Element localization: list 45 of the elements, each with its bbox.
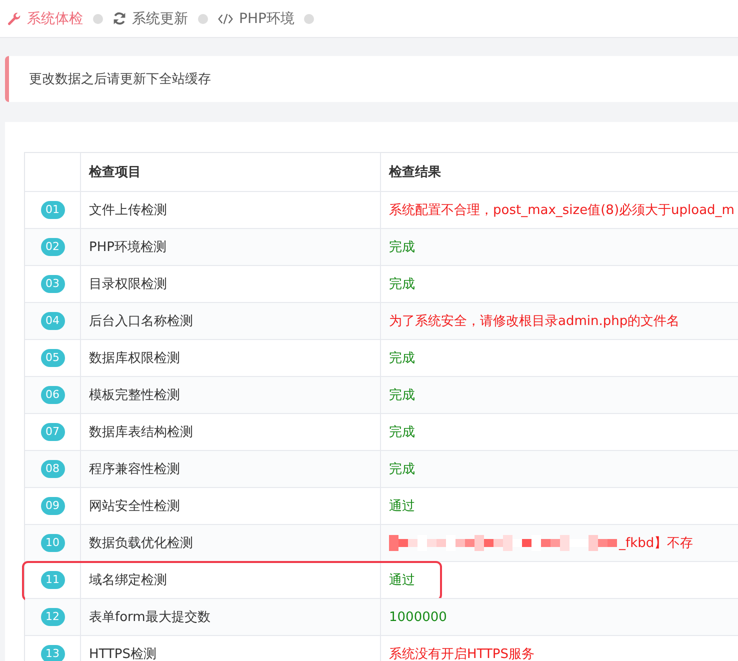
tab[interactable]: PHP环境 (218, 10, 294, 28)
table-cell: 数据负载优化检测 (80, 525, 380, 561)
number-badge: 02 (40, 238, 64, 256)
number-badge: 06 (40, 386, 64, 404)
result-text: 为了系统安全，请修改根目录admin.php的文件名 (389, 313, 680, 330)
number-badge: 05 (40, 349, 64, 367)
number-badge: 09 (40, 497, 64, 515)
result-text: 完成 (389, 387, 415, 404)
result-text: 完成 (389, 276, 415, 293)
number-badge: 11 (40, 571, 64, 589)
column-header: 检查项目 (80, 153, 380, 191)
result-text: 完成 (389, 239, 415, 256)
tab[interactable]: 系统更新 (113, 10, 188, 28)
number-badge: 10 (40, 534, 64, 552)
separator-dot (304, 14, 314, 24)
number-badge: 08 (40, 460, 64, 478)
result-text: 完成 (389, 424, 415, 441)
result-text: 完成 (389, 350, 415, 367)
separator-dot (93, 14, 103, 24)
notice-text: 更改数据之后请更新下全站缓存 (5, 56, 738, 102)
number-badge: 04 (40, 312, 64, 330)
wrench-icon (7, 12, 21, 26)
number-badge: 13 (40, 645, 64, 661)
table-cell: 后台入口名称检测 (80, 303, 380, 339)
tab[interactable]: 系统体检 (7, 10, 83, 28)
result-text: 1000000 (389, 610, 447, 624)
column-header: 检查结果 (380, 153, 738, 191)
number-badge: 07 (40, 423, 64, 441)
result-text: 系统没有开启HTTPS服务 (389, 646, 535, 661)
result-text: 通过 (389, 572, 415, 589)
number-badge: 12 (40, 608, 64, 626)
number-badge: 01 (40, 201, 64, 219)
result-text: _fkbd】不存 (619, 535, 694, 552)
refresh-icon (113, 12, 126, 25)
result-text: 完成 (389, 461, 415, 478)
table-cell: 程序兼容性检测 (80, 451, 380, 487)
table-cell: HTTPS检测 (80, 636, 380, 661)
result-text: 系统配置不合理，post_max_size值(8)必须大于upload_m (389, 202, 734, 219)
table-cell: 表单form最大提交数 (80, 599, 380, 635)
number-badge: 03 (40, 275, 64, 293)
result-text: 通过 (389, 498, 415, 515)
table-cell: PHP环境检测 (80, 229, 380, 265)
code-icon (218, 12, 233, 24)
table-cell: 模板完整性检测 (80, 377, 380, 413)
separator-dot (198, 14, 208, 24)
